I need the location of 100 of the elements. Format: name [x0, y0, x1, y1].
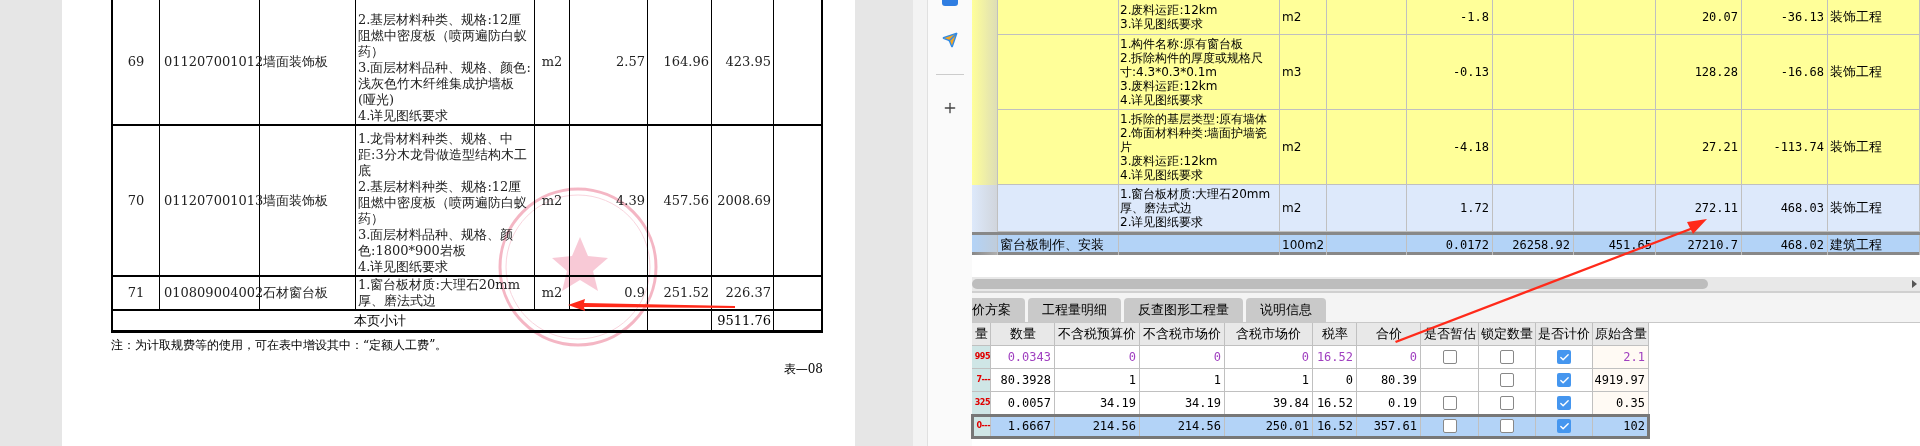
table-cell: 2.57	[570, 0, 648, 124]
table-cell-text: 80.3928	[1000, 372, 1051, 389]
checkbox[interactable]	[1500, 419, 1514, 433]
checkbox[interactable]	[1557, 419, 1571, 433]
table-cell-text: 100m2	[1282, 236, 1325, 254]
tab[interactable]: 反查图形工程量	[1124, 298, 1243, 322]
table-cell: 71	[113, 277, 160, 309]
row-header[interactable]	[972, 110, 998, 185]
note-text: 注：为计取规费等的使用，可在表中增设其中：“定额人工费”。	[111, 337, 449, 354]
table-cell-text: 0	[1213, 349, 1221, 366]
row-header[interactable]	[972, 235, 998, 256]
table-cell-text: 装饰工程	[1830, 63, 1882, 82]
table-cell: 7---	[976, 374, 990, 386]
table-cell-text: m2	[1282, 9, 1302, 26]
table-cell-text: m2	[1282, 200, 1302, 217]
table-cell-text: 建筑工程	[1830, 236, 1882, 254]
description-text: 2.基层材料种类、规格:12厘阻燃中密度板（喷两遍防白蚁药）	[358, 179, 528, 227]
table-cell: 164.96	[648, 0, 712, 124]
table-cell-text: 80.39	[1380, 372, 1417, 389]
table-row[interactable]: 995 0.0343 0 0 0 16.52 0 2.1	[972, 346, 1649, 369]
table-cell-text: 16.52	[1316, 418, 1353, 435]
table-cell-text: 16.52	[1316, 395, 1353, 412]
table-cell-text: 装饰工程	[1830, 138, 1882, 157]
table-cell-text: 0.0057	[1007, 395, 1051, 412]
checkbox[interactable]	[1442, 350, 1457, 364]
table-cell-text: 装饰工程	[1830, 8, 1882, 27]
checkbox[interactable]	[1557, 373, 1571, 387]
add-icon[interactable]	[942, 100, 958, 116]
table-cell-text: m2	[1282, 139, 1302, 156]
description-text: 1.拆除的基层类型:原有墙体	[1120, 112, 1268, 126]
table-cell-text: 357.61	[1373, 418, 1417, 435]
table-cell-text: 0	[1345, 372, 1353, 389]
checkbox[interactable]	[1557, 350, 1571, 364]
description-text: 3.废料运距:12km	[1120, 154, 1218, 168]
checkbox[interactable]	[1442, 419, 1457, 433]
table-cell: 995	[974, 351, 990, 363]
table-cell: 423.95	[712, 0, 774, 124]
table-cell-text: 214.56	[1177, 418, 1221, 435]
table-cell-text: 250.01	[1265, 418, 1309, 435]
table-row[interactable]: 窗台板制作、安装 100m2 0.0172 26258.92 451.65 27210.7 468.02 建筑工程	[972, 232, 1920, 255]
description-text: 3.详见图纸要求	[1120, 17, 1204, 31]
table-cell-text: 装饰工程	[1830, 199, 1882, 218]
table-row[interactable]: 7--- 80.3928 1 1 1 0 80.39 4919.97	[972, 369, 1649, 392]
table-row[interactable]: 1.拆除的基层类型:原有墙体 2.饰面材料种类:墙面护墙瓷片 3.废料运距:12km 4.详见图纸要求 m2 -4.18 27.21 -113.74 装饰工程	[972, 110, 1920, 185]
checkbox[interactable]	[1500, 373, 1514, 387]
table-cell: 325	[974, 397, 990, 409]
table-row[interactable]: 0--- 1.6667 214.56 214.56 250.01 16.52 357.61 102	[972, 415, 1649, 438]
table-cell-text: 0.0343	[1007, 349, 1051, 366]
table-cell-text: m3	[1282, 64, 1302, 81]
table-cell: 4.39	[570, 126, 648, 275]
checkbox[interactable]	[1557, 396, 1571, 410]
scrollbar[interactable]	[972, 277, 1920, 291]
tab[interactable]: 说明信息	[1246, 298, 1326, 322]
table-cell-text: 0.19	[1388, 395, 1417, 412]
tab[interactable]: 工程量明细	[1028, 298, 1121, 322]
description-text: 2.拆除构件的厚度或规格尺寸:4.3*0.3*0.1m	[1120, 51, 1265, 79]
description-text: 3.面层材料品种、规格、颜色:1800*900岩板	[358, 227, 515, 259]
table-row[interactable]: 2.废料运距:12km 3.详见图纸要求 m2 -1.8 20.07 -36.13 装饰工程	[972, 0, 1920, 35]
description-text: 4.详见图纸要求	[1120, 168, 1204, 182]
description-text: 4.详见图纸要求	[358, 108, 450, 124]
table-cell-text: 214.56	[1092, 418, 1136, 435]
tab[interactable]: 价方案	[972, 298, 1025, 322]
description-text: 1.构件名称:原有窗台板	[1120, 37, 1244, 51]
table-cell: 457.56	[648, 126, 712, 275]
table-cell-text: 2.1	[1623, 349, 1645, 366]
send-icon[interactable]	[942, 32, 958, 48]
table-cell-text: 0	[1128, 349, 1136, 366]
table-cell-text: 4919.97	[1594, 372, 1645, 389]
table-cell-text: 0.35	[1616, 395, 1645, 412]
table-cell-text: 34.19	[1184, 395, 1221, 412]
row-header[interactable]	[972, 0, 998, 35]
app-icon[interactable]	[942, 0, 958, 6]
table-cell: 69	[113, 0, 160, 124]
table-cell-text: 1	[1301, 372, 1309, 389]
table-cell: m2	[535, 0, 570, 124]
checkbox[interactable]	[1500, 350, 1514, 364]
table-row[interactable]: 325 0.0057 34.19 34.19 39.84 16.52 0.19 0.35	[972, 392, 1649, 415]
description-text: 1.窗台板材质:大理石20mm厚、磨法式边	[1120, 187, 1272, 215]
description-text: 1.窗台板材质:大理石20mm厚、磨法式边	[358, 277, 521, 309]
table-cell: 9511.76	[712, 311, 774, 331]
description-text: 2.废料运距:12km	[1120, 3, 1218, 17]
table-cell-text: 0	[1409, 349, 1417, 366]
description-text: 2.基层材料种类、规格:12厘阻燃中密度板（喷两遍防白蚁药）	[358, 12, 528, 60]
table-cell: 70	[113, 126, 160, 275]
table-row[interactable]: 1.窗台板材质:大理石20mm厚、磨法式边 2.详见图纸要求 m2 1.72 272.11 468.03 装饰工程	[972, 185, 1920, 232]
description-text: 2.饰面材料种类:墙面护墙瓷片	[1120, 126, 1269, 154]
table-cell-text: 1.6667	[1007, 418, 1051, 435]
table-cell-text: 39.84	[1272, 395, 1309, 412]
checkbox[interactable]	[1442, 396, 1457, 410]
table-cell-text: 102	[1623, 418, 1645, 435]
table-cell-text: 0	[1301, 349, 1309, 366]
description-text: 2.详见图纸要求	[1120, 215, 1204, 229]
table-cell: m2	[535, 126, 570, 275]
description-text: 1.龙骨材料种类、规格、中距:3分木龙骨做造型结构木工底	[358, 131, 528, 179]
table-cell-text: 1	[1213, 372, 1221, 389]
checkbox[interactable]	[1500, 396, 1514, 410]
description-text: 3.废料运距:12km	[1120, 79, 1218, 93]
subtotal-label: 本页小计	[354, 312, 406, 330]
description-text: 4.详见图纸要求	[358, 259, 450, 275]
table-row[interactable]: 1.构件名称:原有窗台板 2.拆除构件的厚度或规格尺寸:4.3*0.3*0.1m 3.废料运距:12km 4.详见图纸要求 m3 -0.13 128.28 -16.68 装饰工程	[972, 35, 1920, 110]
